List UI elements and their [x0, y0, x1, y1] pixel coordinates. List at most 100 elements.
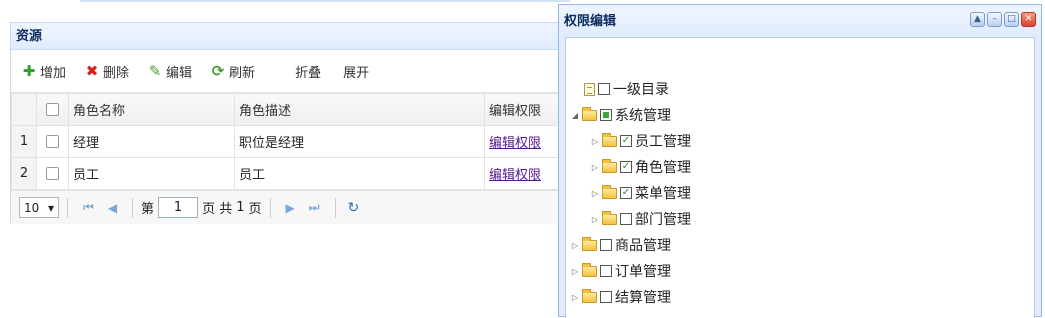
page-size-select[interactable]: 10 ▾: [19, 197, 59, 218]
folder-icon: [582, 288, 597, 303]
add-label: 增加: [40, 65, 67, 81]
close-window-icon[interactable]: ✕: [1021, 12, 1036, 27]
tree-node-label: 系统管理: [615, 108, 671, 124]
expanded-arrow-icon[interactable]: ◢: [570, 111, 580, 120]
column-header-name[interactable]: 角色名称: [68, 93, 235, 126]
delete-button[interactable]: ✖ 删除: [84, 62, 129, 81]
edit-permission-link[interactable]: 编辑权限: [489, 168, 541, 183]
collapsed-arrow-icon[interactable]: ▷: [590, 163, 600, 172]
resource-grid-panel: 资源 ✚ 增加 ✖ 删除 ✎ 编辑 ⟳ 刷新 折叠 展开 角色名称 角色描述 编…: [10, 22, 560, 224]
last-page-icon[interactable]: ⏭: [309, 200, 320, 215]
tree-node[interactable]: ▷ 订单管理: [570, 258, 691, 284]
minimize-window-icon[interactable]: –: [987, 12, 1002, 27]
column-header-perm[interactable]: 编辑权限: [484, 93, 560, 126]
permission-tree: 一级目录 ◢ 系统管理 ▷ ✓ 员工管理 ▷ ✓ 角色管理 ▷ ✓ 菜单管理 ▷…: [570, 76, 691, 310]
tree-node[interactable]: ▷ ✓ 员工管理: [570, 128, 691, 154]
edit-perm-cell: 编辑权限: [484, 157, 560, 190]
refresh-button[interactable]: ⟳ 刷新: [210, 62, 255, 81]
folder-icon: [602, 158, 617, 173]
edit-label: 编辑: [166, 65, 193, 81]
window-tools: ▲ – □ ✕: [968, 12, 1036, 27]
page-size-value: 10: [24, 200, 40, 215]
tree-node[interactable]: ▷ 部门管理: [570, 206, 691, 232]
folder-icon: [582, 262, 597, 277]
collapsed-arrow-icon[interactable]: ▷: [570, 293, 580, 302]
row-checkbox[interactable]: [46, 135, 59, 148]
folder-icon: [602, 132, 617, 147]
pager-separator: [67, 197, 68, 218]
collapse-button[interactable]: 折叠: [295, 62, 321, 81]
permission-edit-window: 权限编辑 ▲ – □ ✕ 一级目录 ◢ 系统管理 ▷ ✓ 员工管理 ▷ ✓ 角色…: [558, 4, 1042, 318]
table-row[interactable]: 1 经理 职位是经理 编辑权限: [11, 125, 560, 158]
edit-button[interactable]: ✎ 编辑: [147, 62, 192, 81]
refresh-icon: ⟳: [211, 62, 225, 80]
tree-node-label: 角色管理: [635, 160, 691, 176]
row-number: 2: [11, 157, 37, 190]
role-name-cell: 经理: [68, 125, 235, 158]
add-button[interactable]: ✚ 增加: [21, 62, 66, 81]
maximize-window-icon[interactable]: □: [1004, 12, 1019, 27]
delete-x-icon: ✖: [85, 62, 99, 80]
edit-permission-link[interactable]: 编辑权限: [489, 136, 541, 151]
prev-page-icon[interactable]: ◀: [108, 201, 117, 215]
tree-checkbox[interactable]: ✓: [620, 161, 632, 173]
tree-node[interactable]: 一级目录: [570, 76, 691, 102]
tree-checkbox[interactable]: [600, 265, 612, 277]
tree-node-label: 一级目录: [613, 82, 669, 98]
select-all-checkbox[interactable]: [46, 103, 59, 116]
collapsed-arrow-icon[interactable]: ▷: [590, 189, 600, 198]
row-checkbox-cell: [36, 125, 69, 158]
collapsed-arrow-icon[interactable]: ▷: [590, 137, 600, 146]
tree-checkbox[interactable]: ✓: [620, 135, 632, 147]
tree-node[interactable]: ◢ 系统管理: [570, 102, 691, 128]
next-page-icon[interactable]: ▶: [286, 201, 295, 215]
collapsed-arrow-icon[interactable]: ▷: [570, 241, 580, 250]
pencil-icon: ✎: [148, 62, 162, 80]
tree-node[interactable]: ▷ ✓ 角色管理: [570, 154, 691, 180]
collapse-window-icon[interactable]: ▲: [970, 12, 985, 27]
table-header-row: 角色名称 角色描述 编辑权限: [11, 93, 560, 126]
row-checkbox[interactable]: [46, 167, 59, 180]
tree-checkbox[interactable]: [598, 83, 610, 95]
expand-button[interactable]: 展开: [343, 62, 369, 81]
tree-checkbox[interactable]: [620, 213, 632, 225]
tree-node[interactable]: ▷ 结算管理: [570, 284, 691, 310]
tree-checkbox[interactable]: [600, 109, 612, 121]
page-number-input[interactable]: 1: [158, 197, 199, 218]
tree-node-label: 订单管理: [615, 264, 671, 280]
pagination-bar: 10 ▾ ⏮ ◀ 第 1 页 共 1 页 ▶ ⏭ ↻: [11, 190, 559, 224]
tree-checkbox[interactable]: ✓: [620, 187, 632, 199]
folder-icon: [602, 210, 617, 225]
page-suffix-label: 页: [248, 202, 262, 217]
edit-perm-cell: 编辑权限: [484, 125, 560, 158]
page-prefix-label: 第: [141, 202, 155, 217]
tree-checkbox[interactable]: [600, 239, 612, 251]
pager-separator: [132, 197, 134, 218]
role-table: 角色名称 角色描述 编辑权限 1 经理 职位是经理 编辑权限 2 员工 员工 编…: [11, 93, 560, 190]
window-body: 一级目录 ◢ 系统管理 ▷ ✓ 员工管理 ▷ ✓ 角色管理 ▷ ✓ 菜单管理 ▷…: [565, 37, 1035, 318]
column-header-desc[interactable]: 角色描述: [234, 93, 485, 126]
collapsed-arrow-icon[interactable]: ▷: [570, 267, 580, 276]
first-page-icon[interactable]: ⏮: [83, 200, 94, 215]
window-header[interactable]: 权限编辑 ▲ – □ ✕: [559, 5, 1041, 34]
folder-open-icon: [582, 106, 597, 121]
table-row[interactable]: 2 员工 员工 编辑权限: [11, 157, 560, 190]
grid-toolbar: ✚ 增加 ✖ 删除 ✎ 编辑 ⟳ 刷新 折叠 展开: [11, 50, 559, 93]
row-checkbox-cell: [36, 157, 69, 190]
row-number: 1: [11, 125, 37, 158]
collapsed-arrow-icon[interactable]: ▷: [590, 215, 600, 224]
role-desc-cell: 员工: [234, 157, 485, 190]
reload-icon[interactable]: ↻: [348, 200, 360, 216]
panel-title: 资源: [11, 23, 559, 50]
tree-checkbox[interactable]: [600, 291, 612, 303]
select-all-cell: [36, 93, 69, 126]
folder-icon: [582, 236, 597, 251]
tree-node[interactable]: ▷ ✓ 菜单管理: [570, 180, 691, 206]
pager-separator: [334, 197, 336, 218]
dropdown-arrow-icon: ▾: [47, 200, 54, 215]
window-title: 权限编辑: [564, 14, 617, 29]
role-name-cell: 员工: [68, 157, 235, 190]
plus-icon: ✚: [22, 62, 36, 80]
tree-node[interactable]: ▷ 商品管理: [570, 232, 691, 258]
pager-separator: [269, 197, 271, 218]
